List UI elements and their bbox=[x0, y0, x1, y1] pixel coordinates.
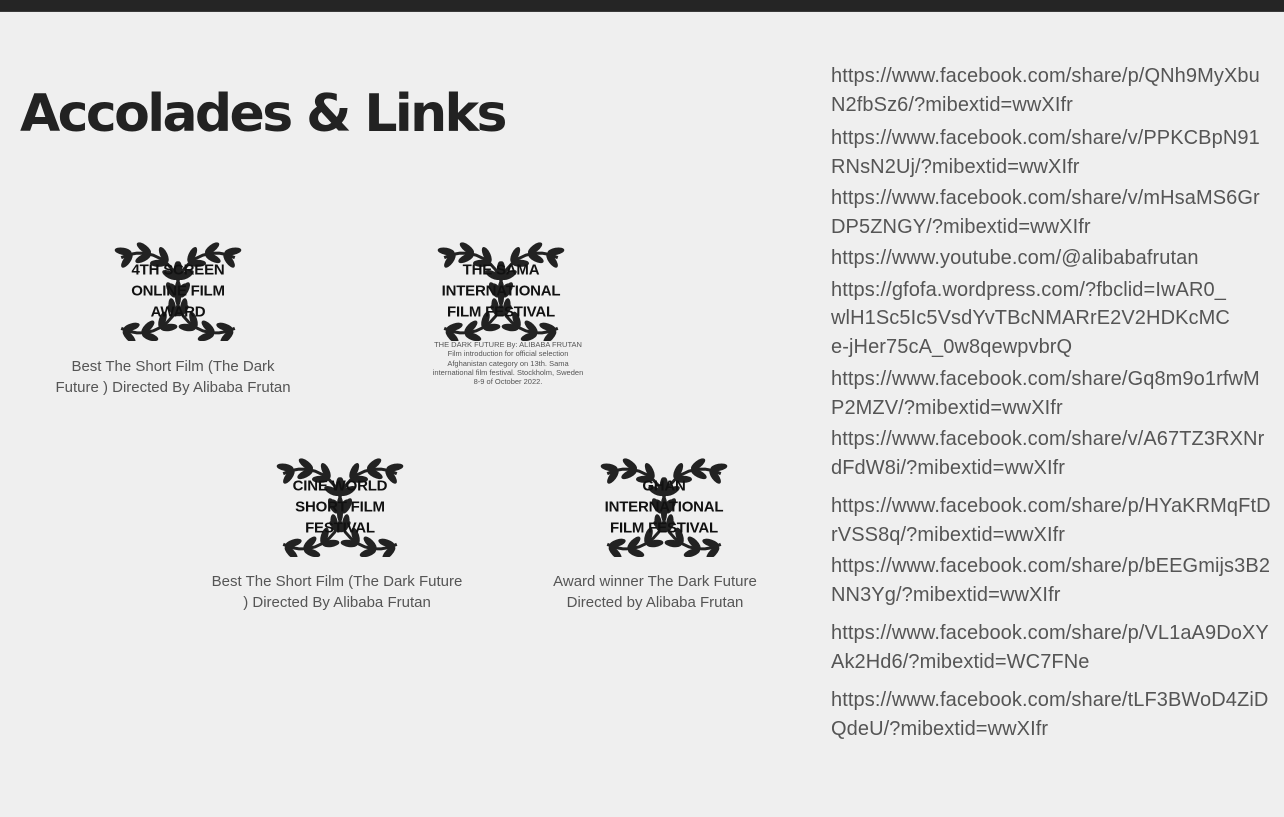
award-sama: THE SAMA INTERNATIONAL FILM FESTIVAL bbox=[401, 241, 601, 341]
award-note: THE DARK FUTURE By: ALIBABA FRUTAN Film … bbox=[432, 340, 584, 387]
award-caption: Award winner The Dark Future Directed by… bbox=[553, 573, 757, 611]
link-facebook-7[interactable]: https://www.facebook.com/share/p/bEEGmij… bbox=[831, 552, 1271, 609]
award-name: THE SAMA INTERNATIONAL FILM FESTIVAL bbox=[441, 261, 561, 321]
award-4th-screen: 4TH SCREEN ONLINE FILM AWARD bbox=[78, 241, 278, 341]
award-caption: Best The Short Film (The Dark Future ) D… bbox=[55, 358, 291, 396]
award-cine-world: CINE WORLD SHORT FILM FESTIVAL bbox=[240, 457, 440, 557]
link-facebook-3[interactable]: https://www.facebook.com/share/v/mHsaMS6… bbox=[831, 184, 1271, 241]
link-youtube[interactable]: https://www.youtube.com/@alibabafrutan bbox=[831, 244, 1271, 273]
award-name: GHAN INTERNATIONAL FILM FESTIVAL bbox=[604, 477, 724, 537]
top-bar bbox=[0, 0, 1284, 12]
link-facebook-2[interactable]: https://www.facebook.com/share/v/PPKCBpN… bbox=[831, 124, 1271, 181]
link-facebook-5[interactable]: https://www.facebook.com/share/v/A67TZ3R… bbox=[831, 425, 1271, 482]
link-facebook-1[interactable]: https://www.facebook.com/share/p/QNh9MyX… bbox=[831, 62, 1271, 119]
link-gfofa[interactable]: https://gfofa.wordpress.com/?fbclid=IwAR… bbox=[831, 276, 1231, 362]
award-name: 4TH SCREEN ONLINE FILM AWARD bbox=[131, 261, 225, 321]
award-ghan: GHAN INTERNATIONAL FILM FESTIVAL bbox=[564, 457, 764, 557]
link-facebook-9[interactable]: https://www.facebook.com/share/tLF3BWoD4… bbox=[831, 686, 1271, 743]
link-facebook-4[interactable]: https://www.facebook.com/share/Gq8m9o1rf… bbox=[831, 365, 1271, 422]
link-facebook-6[interactable]: https://www.facebook.com/share/p/HYaKRMq… bbox=[831, 492, 1271, 549]
page-title: Accolades & Links bbox=[20, 84, 507, 144]
links-list: https://www.facebook.com/share/p/QNh9MyX… bbox=[831, 62, 1271, 743]
link-facebook-8[interactable]: https://www.facebook.com/share/p/VL1aA9D… bbox=[831, 619, 1271, 676]
award-name: CINE WORLD SHORT FILM FESTIVAL bbox=[292, 477, 388, 537]
award-caption: Best The Short Film (The Dark Future ) D… bbox=[211, 573, 463, 611]
